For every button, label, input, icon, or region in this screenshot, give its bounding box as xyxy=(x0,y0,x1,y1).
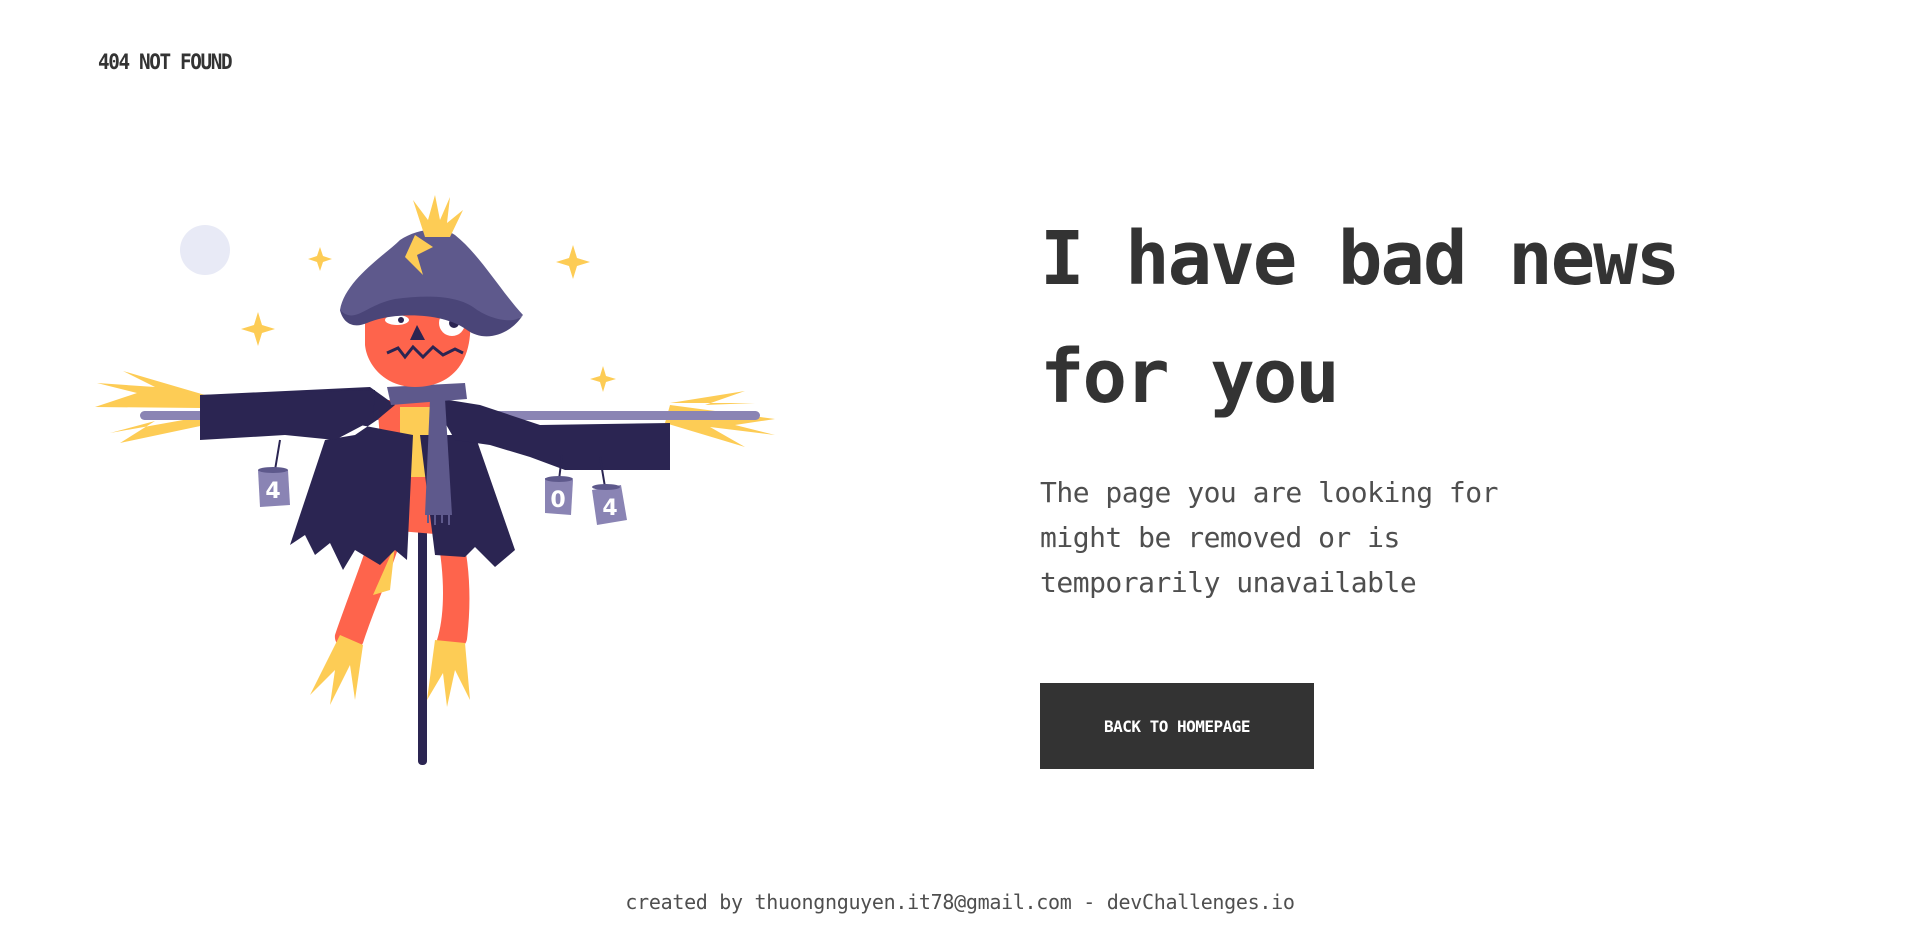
star-icon xyxy=(556,245,590,279)
star-icon xyxy=(308,247,332,271)
page-headline: I have bad news for you xyxy=(1040,216,1680,420)
star-icon xyxy=(590,366,616,392)
can-label-left: 4 xyxy=(265,479,280,504)
can-icon-middle: 0 xyxy=(545,476,573,515)
can-icon-left: 4 xyxy=(258,467,290,507)
can-icon-right: 4 xyxy=(592,484,627,525)
not-found-page: 404 NOT FOUND 4 0 4 I have bad news for … xyxy=(0,0,1920,943)
footer-separator: - xyxy=(1071,890,1107,914)
footer: created by thuongnguyen.it78@gmail.com -… xyxy=(0,890,1920,914)
left-hand-straw xyxy=(95,371,205,408)
main-content: I have bad news for you The page you are… xyxy=(1040,200,1820,769)
footer-prefix: created by xyxy=(625,890,755,914)
devchallenges-link[interactable]: devChallenges.io xyxy=(1107,890,1295,914)
scarecrow-illustration: 4 0 4 xyxy=(95,195,775,765)
author-email-link[interactable]: thuongnguyen.it78@gmail.com xyxy=(755,890,1072,914)
moon-icon xyxy=(180,225,230,275)
star-icon xyxy=(241,312,275,346)
back-to-homepage-button[interactable]: BACK TO HOMEPAGE xyxy=(1040,683,1314,769)
can-label-right: 4 xyxy=(602,496,617,521)
page-description: The page you are looking for might be re… xyxy=(1040,476,1499,599)
site-logo[interactable]: 404 NOT FOUND xyxy=(98,50,233,74)
pole xyxy=(418,525,427,765)
can-label-middle: 0 xyxy=(550,488,565,513)
